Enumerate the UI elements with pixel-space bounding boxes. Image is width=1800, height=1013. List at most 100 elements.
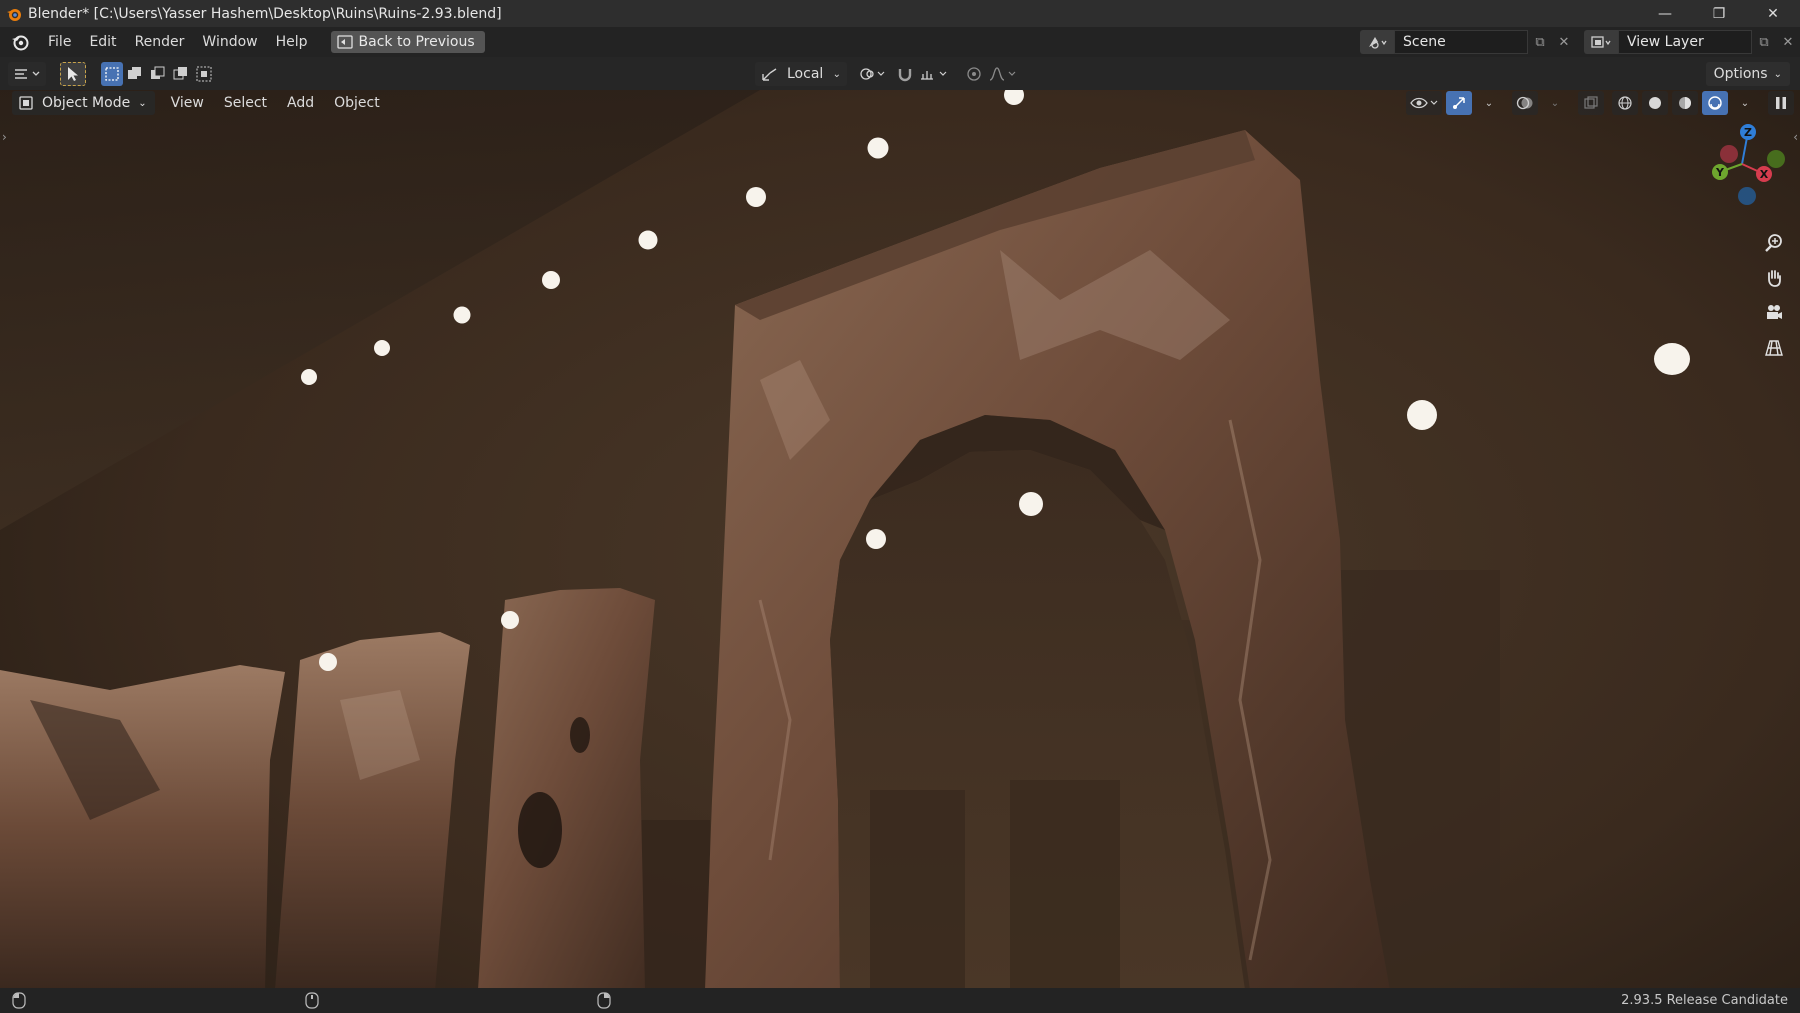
snap-increment-icon (921, 71, 947, 80)
options-dropdown[interactable]: Options ⌄ (1705, 62, 1790, 86)
overlays-options-dropdown[interactable]: ⌄ (1542, 91, 1568, 115)
menu-edit[interactable]: Edit (80, 27, 125, 57)
back-to-previous-label: Back to Previous (358, 34, 475, 50)
neg-y-axis-handle (1767, 150, 1785, 168)
falloff-curve-icon (989, 67, 1016, 81)
xray-toggle[interactable] (1578, 91, 1604, 115)
interaction-mode-dropdown[interactable]: Object Mode ⌄ (12, 91, 155, 115)
select-invert-icon (173, 67, 187, 80)
chevron-down-icon: ⌄ (138, 97, 147, 109)
snap-toggle-button[interactable] (894, 62, 916, 86)
perspective-grid-icon[interactable] (1760, 335, 1788, 361)
chevron-down-icon: ⌄ (1484, 97, 1494, 109)
interaction-mode-label: Object Mode (42, 95, 131, 111)
navigation-gizmo[interactable]: Z Y X (1698, 120, 1788, 210)
sidebar-expand-icon[interactable]: ‹ (1793, 130, 1798, 144)
restore-icon[interactable]: ❐ (1692, 0, 1746, 27)
chevron-down-icon: ⌄ (832, 68, 841, 80)
view-layer-icon (1591, 36, 1611, 48)
screen-back-icon (336, 35, 353, 49)
delete-scene-icon[interactable]: ✕ (1552, 30, 1576, 54)
object-mode-icon (19, 96, 33, 110)
menu-file[interactable]: File (39, 27, 80, 57)
top-menubar: File Edit Render Window Help Back to Pre… (0, 27, 1800, 57)
xray-icon (1584, 96, 1598, 109)
neg-z-axis-handle (1738, 187, 1756, 205)
select-tool-button[interactable] (60, 62, 86, 86)
viewport-menu-select[interactable]: Select (214, 95, 277, 111)
menu-render[interactable]: Render (126, 27, 194, 57)
3d-viewport[interactable]: Object Mode ⌄ View Select Add Object ⌄ ⌄… (0, 90, 1800, 988)
close-icon[interactable]: ✕ (1746, 0, 1800, 27)
gizmo-options-dropdown[interactable]: ⌄ (1476, 91, 1502, 115)
proportional-falloff-dropdown[interactable] (987, 62, 1021, 86)
shading-options-dropdown[interactable]: ⌄ (1732, 91, 1758, 115)
pause-icon (1776, 97, 1786, 109)
blender-logo-icon (7, 8, 21, 21)
options-label: Options (1713, 66, 1768, 82)
mouse-right-icon (597, 992, 611, 1009)
transform-orientation-dropdown[interactable]: Local ⌄ (755, 62, 847, 86)
wireframe-sphere-icon (1618, 96, 1632, 110)
chevron-down-icon: ⌄ (1550, 97, 1560, 109)
view-layer-browse-button[interactable] (1584, 30, 1618, 54)
select-mode-invert-button[interactable] (170, 62, 192, 86)
z-axis-label: Z (1744, 126, 1752, 139)
scene-name-field[interactable]: Scene (1394, 30, 1528, 54)
viewport-menu-object[interactable]: Object (324, 95, 390, 111)
pivot-point-button[interactable] (857, 62, 889, 86)
gizmo-icon (1453, 97, 1465, 109)
wireframe-shading-button[interactable] (1612, 91, 1638, 115)
camera-view-icon[interactable] (1760, 300, 1788, 326)
show-gizmo-toggle[interactable] (1446, 91, 1472, 115)
select-mode-intersect-button[interactable] (193, 62, 215, 86)
menu-help[interactable]: Help (267, 27, 317, 57)
chevron-down-icon: ⌄ (1740, 97, 1750, 109)
scene-name: Scene (1403, 34, 1446, 50)
pan-hand-icon[interactable] (1760, 265, 1788, 291)
orientation-label: Local (787, 66, 824, 82)
status-bar: 2.93.5 Release Candidate (0, 988, 1800, 1013)
select-mode-extend-button[interactable] (124, 62, 146, 86)
select-mode-new-button[interactable] (101, 62, 123, 86)
scene-browse-button[interactable] (1360, 30, 1394, 54)
zoom-icon[interactable] (1760, 230, 1788, 256)
chevron-down-icon: ⌄ (1773, 68, 1782, 80)
view-layer-name-field[interactable]: View Layer (1618, 30, 1752, 54)
proportional-editing-button[interactable] (963, 62, 985, 86)
rendered-shading-button[interactable] (1702, 91, 1728, 115)
new-view-layer-icon[interactable]: ⧉ (1752, 30, 1776, 54)
material-preview-shading-button[interactable] (1672, 91, 1698, 115)
back-to-previous-button[interactable]: Back to Previous (330, 31, 485, 53)
editor-type-button[interactable] (8, 62, 46, 86)
tool-header: Local ⌄ Options ⌄ (0, 57, 1800, 90)
select-subtract-icon (151, 66, 165, 79)
magnet-icon (898, 69, 912, 82)
material-sphere-icon (1679, 97, 1691, 109)
select-mode-subtract-button[interactable] (147, 62, 169, 86)
eye-icon (1410, 97, 1438, 109)
delete-view-layer-icon[interactable]: ✕ (1776, 30, 1800, 54)
viewport-menu-view[interactable]: View (161, 95, 214, 111)
object-visibility-dropdown[interactable] (1406, 91, 1442, 115)
rendered-scene[interactable] (0, 90, 1800, 988)
toolbar-expand-icon[interactable]: › (2, 130, 7, 144)
minimize-icon[interactable]: — (1638, 0, 1692, 27)
new-scene-icon[interactable]: ⧉ (1528, 30, 1552, 54)
menu-window[interactable]: Window (193, 27, 266, 57)
cursor-arrow-icon (68, 67, 78, 81)
window-title: Blender* [C:\Users\Yasser Hashem\Desktop… (28, 5, 502, 22)
show-overlays-toggle[interactable] (1512, 91, 1538, 115)
mouse-middle-icon (305, 992, 319, 1009)
pause-render-button[interactable] (1768, 91, 1794, 115)
y-axis-label: Y (1715, 166, 1725, 179)
editor-type-icon (15, 69, 40, 79)
select-intersect-icon (196, 66, 212, 82)
viewport-menu-add[interactable]: Add (277, 95, 324, 111)
select-extend-icon (128, 67, 141, 79)
overlays-icon (1516, 96, 1533, 110)
snap-target-dropdown[interactable] (917, 62, 953, 86)
solid-shading-button[interactable] (1642, 91, 1668, 115)
proportional-edit-icon (967, 67, 981, 81)
blender-menu-icon[interactable] (9, 31, 31, 53)
